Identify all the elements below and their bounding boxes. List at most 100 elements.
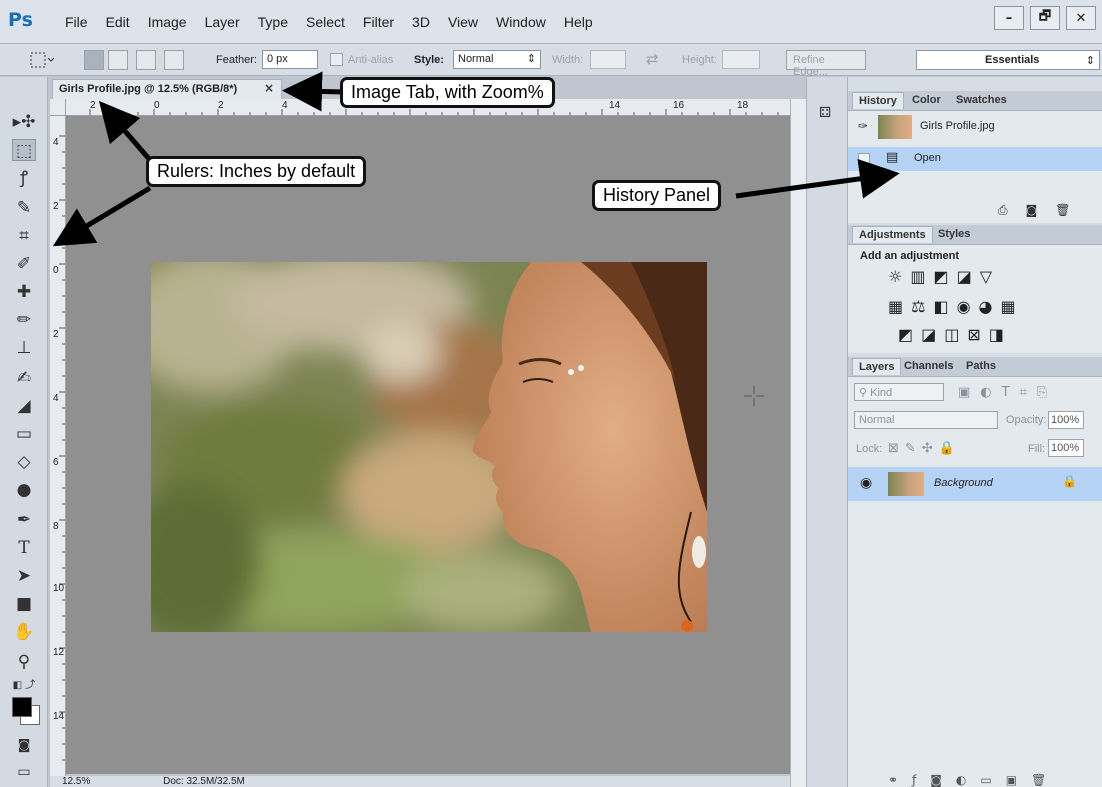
- menu-edit[interactable]: Edit: [97, 14, 139, 30]
- gradient-tool-icon[interactable]: ▭: [12, 423, 36, 445]
- ruler-ticks-left: [59, 135, 65, 761]
- new-selection-icon[interactable]: [84, 50, 104, 70]
- feather-label: Feather:: [216, 54, 257, 66]
- workspace-value: Essentials: [985, 54, 1040, 66]
- layer-row[interactable]: ◉ Background 🔒: [848, 467, 1102, 501]
- rectangle-tool-icon[interactable]: ■: [12, 593, 36, 615]
- tab-color[interactable]: Color: [912, 94, 941, 106]
- history-panel: ✑ Girls Profile.jpg ▤ Open ⎙◙🗑: [848, 111, 1102, 223]
- lock-icons[interactable]: ⊠✎✣🔒: [888, 441, 961, 456]
- quick-mask-icon[interactable]: ◙: [12, 735, 36, 757]
- ruler-tick-label: 14: [53, 711, 65, 722]
- tab-paths[interactable]: Paths: [966, 360, 996, 372]
- document-tab[interactable]: Girls Profile.jpg @ 12.5% (RGB/8*): [52, 79, 282, 99]
- opacity-input[interactable]: 100%: [1048, 411, 1084, 429]
- photoshop-logo: Ps: [8, 9, 33, 31]
- opacity-label: Opacity:: [1006, 414, 1047, 426]
- style-select[interactable]: Normal ⇕: [453, 50, 541, 69]
- adjustments-panel-tabs: Adjustments Styles: [848, 225, 1102, 245]
- default-colors-icon[interactable]: ◧ ⤴: [12, 675, 36, 697]
- dodge-tool-icon[interactable]: ●: [12, 479, 36, 501]
- 3d-panel-icon[interactable]: ⚃: [819, 105, 837, 125]
- clone-stamp-tool-icon[interactable]: ⊥: [12, 337, 36, 359]
- history-snapshot[interactable]: ✑ Girls Profile.jpg: [848, 111, 1102, 143]
- eraser-tool-icon[interactable]: ◢: [12, 395, 36, 417]
- move-tool-icon[interactable]: ▸✣: [12, 111, 36, 133]
- tab-styles[interactable]: Styles: [938, 228, 970, 240]
- layer-thumbnail: [888, 472, 924, 496]
- quick-selection-tool-icon[interactable]: ✎: [12, 197, 36, 219]
- menu-filter[interactable]: Filter: [354, 14, 403, 30]
- intersect-selection-icon[interactable]: [164, 50, 184, 70]
- menu-type[interactable]: Type: [249, 14, 297, 30]
- vertical-ruler[interactable]: 4 2 0 2 4 6 8 10 12 14: [50, 116, 66, 776]
- menu-select[interactable]: Select: [297, 14, 354, 30]
- swap-dimensions-icon[interactable]: ⇄: [646, 50, 659, 68]
- pen-tool-icon[interactable]: ✒: [12, 509, 36, 531]
- document-close-icon[interactable]: ×: [264, 81, 274, 95]
- menu-layer[interactable]: Layer: [196, 14, 249, 30]
- tab-channels[interactable]: Channels: [904, 360, 954, 372]
- height-input[interactable]: [722, 50, 760, 69]
- refine-edge-button[interactable]: Refine Edge...: [786, 50, 866, 78]
- eye-icon[interactable]: ◉: [860, 475, 872, 491]
- crop-tool-icon[interactable]: ⌗: [12, 225, 36, 247]
- adjustment-icons-row-3[interactable]: ◩◪◫⊠◨: [898, 325, 1012, 344]
- path-selection-tool-icon[interactable]: ➤: [12, 565, 36, 587]
- adjustment-icons-row-2[interactable]: ▦⚖◧◉◕▦: [888, 297, 1024, 316]
- feather-input[interactable]: 0 px: [262, 50, 318, 69]
- layer-filter-select[interactable]: ⚲ Kind: [854, 383, 944, 401]
- history-step[interactable]: ▤ Open: [848, 147, 1102, 171]
- history-footer-icons[interactable]: ⎙◙🗑: [998, 203, 1088, 218]
- antialias-checkbox[interactable]: [330, 53, 343, 66]
- restore-button[interactable]: 🗗: [1030, 6, 1060, 30]
- fill-input[interactable]: 100%: [1048, 439, 1084, 457]
- width-input[interactable]: [590, 50, 626, 69]
- menu-window[interactable]: Window: [487, 14, 555, 30]
- collapsed-panel-dock: ⚃: [806, 77, 848, 787]
- width-label: Width:: [552, 54, 584, 66]
- brush-tool-icon[interactable]: ✏: [12, 309, 36, 331]
- menu-help[interactable]: Help: [555, 14, 602, 30]
- foreground-color-swatch[interactable]: [12, 697, 32, 717]
- ruler-tick-label: 8: [53, 521, 59, 532]
- vertical-scrollbar[interactable]: [790, 99, 806, 787]
- history-panel-tabs: History Color Swatches: [848, 91, 1102, 111]
- lasso-tool-icon[interactable]: ꝭ: [12, 167, 36, 189]
- doc-size: Doc: 32.5M/32.5M: [163, 776, 245, 787]
- history-brush-tool-icon[interactable]: ✍: [12, 367, 36, 389]
- add-selection-icon[interactable]: [108, 50, 128, 70]
- annotation-rulers: Rulers: Inches by default: [146, 156, 367, 187]
- screen-mode-icon[interactable]: ▭: [12, 761, 36, 783]
- subtract-selection-icon[interactable]: [136, 50, 156, 70]
- menu-file[interactable]: File: [56, 14, 97, 30]
- lock-label: Lock:: [856, 443, 883, 455]
- zoom-level[interactable]: 12.5%: [62, 776, 90, 787]
- ruler-tick-label: 14: [609, 100, 621, 111]
- tab-layers[interactable]: Layers: [852, 358, 902, 375]
- marquee-tool-icon[interactable]: ⬚: [12, 139, 36, 161]
- menu-view[interactable]: View: [439, 14, 487, 30]
- tab-history[interactable]: History: [852, 92, 904, 109]
- layer-filter-icons[interactable]: ▣◐T⌗⎘: [958, 385, 1057, 400]
- document-image[interactable]: [151, 262, 707, 632]
- rectangular-marquee-preset-icon[interactable]: [30, 52, 54, 68]
- tab-swatches[interactable]: Swatches: [956, 94, 1007, 106]
- type-tool-icon[interactable]: T: [12, 537, 36, 559]
- eyedropper-tool-icon[interactable]: ✐: [12, 253, 36, 275]
- healing-brush-tool-icon[interactable]: ✚: [12, 281, 36, 303]
- close-button[interactable]: ✕: [1066, 6, 1096, 30]
- blur-tool-icon[interactable]: ◇: [12, 451, 36, 473]
- hand-tool-icon[interactable]: ✋: [12, 621, 36, 643]
- zoom-tool-icon[interactable]: ⚲: [12, 651, 36, 673]
- workspace-select[interactable]: Essentials ⇕: [916, 50, 1100, 70]
- layers-footer-icons[interactable]: ⚭ƒ◙◐▭▣🗑: [888, 773, 1060, 787]
- menu-3d[interactable]: 3D: [403, 14, 439, 30]
- adjustment-icons-row-1[interactable]: ☼▥◩◪▽: [888, 267, 1000, 286]
- ruler-origin[interactable]: [50, 99, 66, 116]
- history-source-checkbox[interactable]: [858, 153, 870, 165]
- minimize-button[interactable]: –: [994, 6, 1024, 30]
- menu-image[interactable]: Image: [139, 14, 196, 30]
- blend-mode-select[interactable]: Normal: [854, 411, 998, 429]
- tab-adjustments[interactable]: Adjustments: [852, 226, 933, 243]
